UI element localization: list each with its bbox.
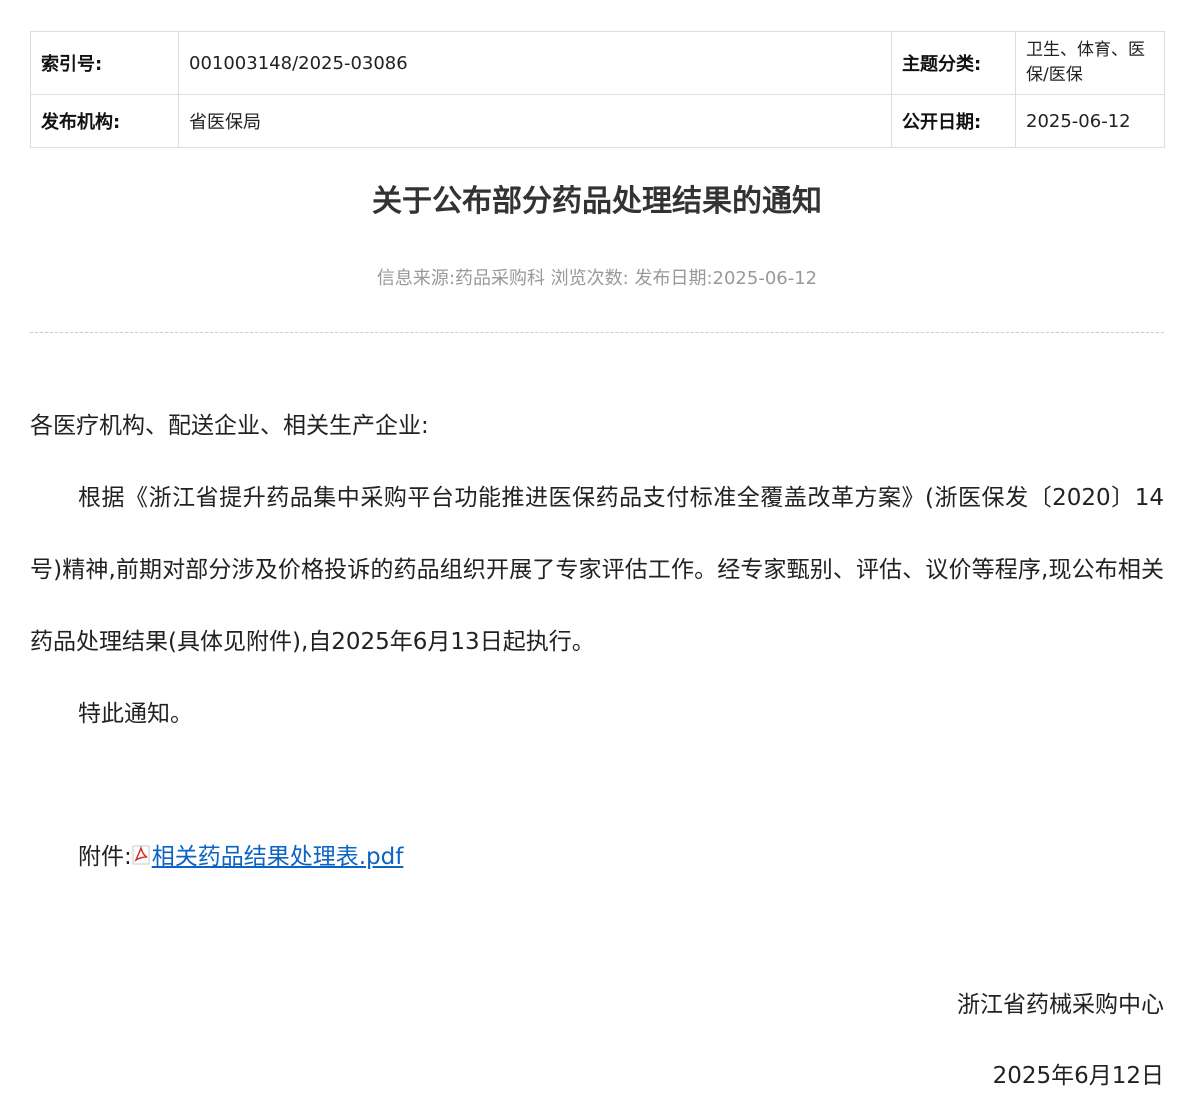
info-row: 发布机构: 省医保局 公开日期: 2025-06-12 — [30, 94, 1165, 148]
divider — [30, 332, 1164, 333]
open-date-label: 公开日期: — [891, 94, 1016, 148]
info-table: 索引号: 001003148/2025-03086 主题分类: 卫生、体育、医保… — [30, 31, 1165, 148]
signature-organization: 浙江省药械采购中心 — [957, 992, 1164, 1018]
publisher-value: 省医保局 — [178, 94, 892, 148]
topic-category-label: 主题分类: — [891, 31, 1016, 95]
article-content: 各医疗机构、配送企业、相关生产企业: 根据《浙江省提升药品集中采购平台功能推进医… — [30, 390, 1164, 893]
topic-category-value: 卫生、体育、医保/医保 — [1015, 31, 1165, 95]
pdf-icon — [132, 822, 150, 865]
info-row: 索引号: 001003148/2025-03086 主题分类: 卫生、体育、医保… — [30, 31, 1165, 95]
body-paragraph: 根据《浙江省提升药品集中采购平台功能推进医保药品支付标准全覆盖改革方案》(浙医保… — [30, 485, 1164, 655]
attachment-label: 附件: — [78, 844, 132, 870]
open-date-value: 2025-06-12 — [1015, 94, 1165, 148]
salutation: 各医疗机构、配送企业、相关生产企业: — [30, 413, 429, 439]
index-number-value: 001003148/2025-03086 — [178, 31, 892, 95]
article-source-info: 信息来源:药品采购科 浏览次数: 发布日期:2025-06-12 — [376, 268, 818, 289]
attachment-row: 附件: 相关药品结果处理表.pdf — [30, 821, 1164, 893]
publisher-label: 发布机构: — [30, 94, 179, 148]
signature-date: 2025年6月12日 — [992, 1063, 1164, 1089]
closing-paragraph: 特此通知。 — [78, 701, 193, 727]
article-title: 关于公布部分药品处理结果的通知 — [372, 184, 822, 219]
index-number-label: 索引号: — [30, 31, 179, 95]
attachment-link[interactable]: 相关药品结果处理表.pdf — [152, 844, 404, 870]
